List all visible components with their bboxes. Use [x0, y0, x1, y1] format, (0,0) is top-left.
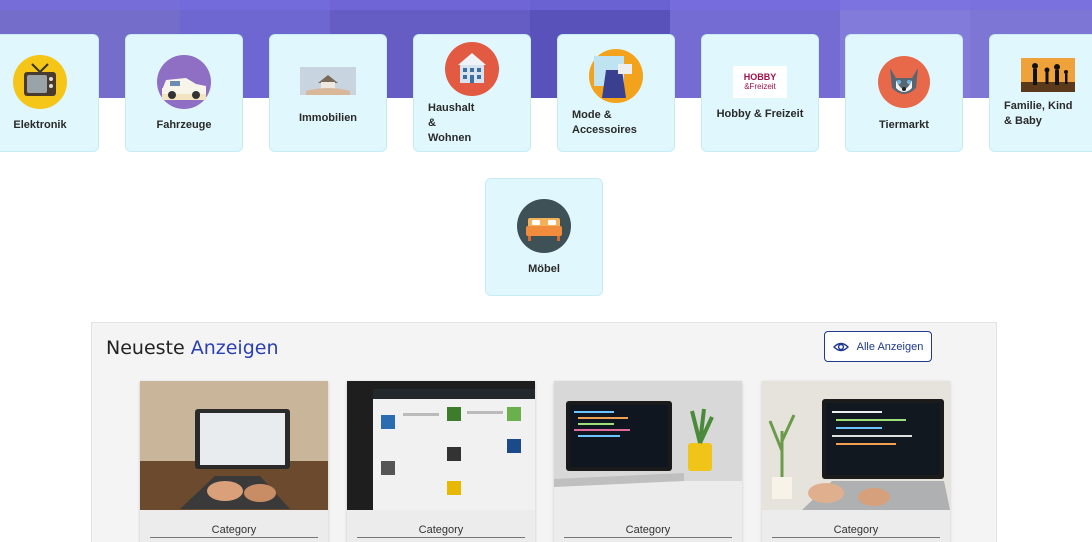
category-label: Möbel	[528, 262, 560, 275]
category-label: Mode & Accessoires	[572, 109, 637, 136]
family-silhouette-icon	[1020, 57, 1076, 93]
tv-icon	[12, 54, 68, 110]
category-card-moebel[interactable]: Möbel	[485, 178, 603, 296]
ad-category: Category	[211, 524, 257, 536]
section-title: Neueste Anzeigen	[106, 337, 279, 359]
category-label: Elektronik	[13, 118, 67, 131]
house-hand-icon	[300, 61, 356, 101]
category-label: Fahrzeuge	[156, 118, 212, 131]
ad-category: Category	[625, 524, 671, 536]
category-card-familie-kind-baby[interactable]: Familie, Kind & Baby	[989, 34, 1092, 152]
car-icon	[156, 54, 212, 110]
section-title-accent: Anzeigen	[190, 337, 279, 359]
building-icon	[444, 41, 500, 97]
bed-icon	[516, 198, 572, 254]
category-label: Haushalt & Wohnen	[428, 101, 475, 144]
divider	[564, 537, 732, 538]
latest-ads-section: Neueste Anzeigen Alle Anzeigen Category	[91, 322, 997, 542]
section-title-plain: Neueste	[106, 337, 185, 359]
hobby-logo-subtext: &Freizeit	[744, 81, 776, 91]
laptop-hands-photo	[140, 381, 328, 510]
ad-card[interactable]: Category	[140, 381, 328, 542]
divider	[357, 537, 525, 538]
divider	[772, 537, 940, 538]
ad-card[interactable]: Category	[554, 381, 742, 542]
category-label: Tiermarkt	[879, 118, 929, 131]
ad-card[interactable]: Category	[762, 381, 950, 542]
category-card-fahrzeuge[interactable]: Fahrzeuge	[125, 34, 243, 152]
ad-card[interactable]: Category	[347, 381, 535, 542]
laptop-typing-code-photo	[762, 381, 950, 510]
category-label: Familie, Kind & Baby	[1004, 100, 1073, 127]
husky-icon	[876, 54, 932, 110]
wordpress-dashboard-photo	[347, 381, 535, 510]
eye-icon	[832, 342, 849, 351]
fashion-icon	[588, 48, 644, 104]
category-label: Immobilien	[298, 111, 358, 124]
category-label: Hobby & Freizeit	[716, 107, 804, 120]
category-card-tiermarkt[interactable]: Tiermarkt	[845, 34, 963, 152]
ad-category: Category	[418, 524, 464, 536]
all-ads-button[interactable]: Alle Anzeigen	[824, 331, 932, 362]
category-card-elektronik[interactable]: Elektronik	[0, 34, 99, 152]
divider	[150, 537, 318, 538]
hobby-logo-text: HOBBY	[743, 71, 777, 82]
hobby-logo-icon: HOBBY &Freizeit	[732, 65, 788, 99]
category-card-haushalt-wohnen[interactable]: Haushalt & Wohnen	[413, 34, 531, 152]
all-ads-button-label: Alle Anzeigen	[856, 340, 924, 353]
category-card-hobby-freizeit[interactable]: HOBBY &Freizeit Hobby & Freizeit	[701, 34, 819, 152]
category-card-mode-accessoires[interactable]: Mode & Accessoires	[557, 34, 675, 152]
laptop-code-plant-photo	[554, 381, 742, 510]
category-card-immobilien[interactable]: Immobilien	[269, 34, 387, 152]
ad-category: Category	[833, 524, 879, 536]
